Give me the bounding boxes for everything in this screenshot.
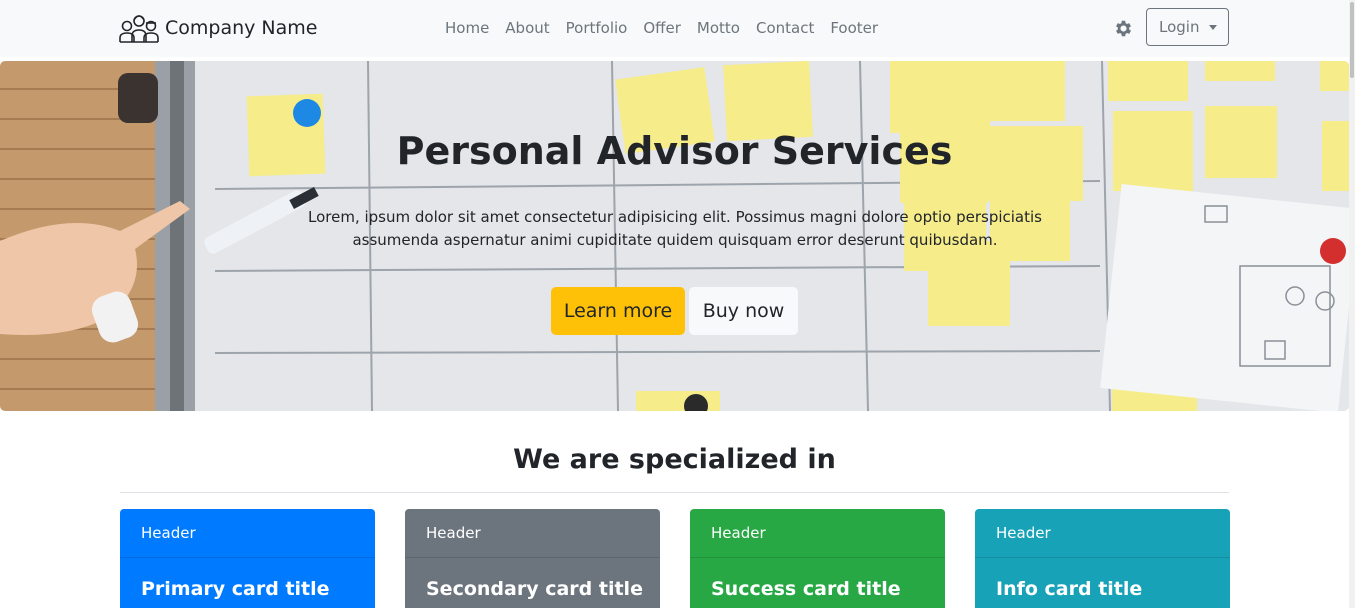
card-header: Header xyxy=(690,509,945,558)
section-divider xyxy=(120,492,1229,493)
card-header: Header xyxy=(120,509,375,558)
nav-link-portfolio[interactable]: Portfolio xyxy=(558,18,636,38)
brand[interactable]: Company Name xyxy=(118,12,317,44)
card-title: Info card title xyxy=(996,578,1143,600)
nav-link-about[interactable]: About xyxy=(497,18,557,38)
buy-now-button[interactable]: Buy now xyxy=(689,287,798,335)
nav-links: Home About Portfolio Offer Motto Contact… xyxy=(437,18,886,38)
navbar: Company Name Home About Portfolio Offer … xyxy=(0,0,1349,57)
brand-name: Company Name xyxy=(165,17,318,39)
success-card: Header Success card title xyxy=(690,509,945,608)
learn-more-button[interactable]: Learn more xyxy=(551,287,685,335)
chevron-down-icon xyxy=(1209,25,1218,30)
nav-link-home[interactable]: Home xyxy=(437,18,497,38)
page-scrollbar[interactable] xyxy=(1349,0,1355,608)
hero-banner: Personal Advisor Services Lorem, ipsum d… xyxy=(0,61,1349,411)
login-dropdown-button[interactable]: Login xyxy=(1146,8,1229,46)
login-label: Login xyxy=(1159,18,1200,36)
nav-link-offer[interactable]: Offer xyxy=(635,18,689,38)
info-card: Header Info card title xyxy=(975,509,1230,608)
hero-title: Personal Advisor Services xyxy=(396,129,953,173)
hero-description: Lorem, ipsum dolor sit amet consectetur … xyxy=(308,208,1042,249)
nav-link-contact[interactable]: Contact xyxy=(748,18,822,38)
gear-icon[interactable] xyxy=(1113,18,1134,39)
card-title: Primary card title xyxy=(141,578,330,600)
secondary-card: Header Secondary card title xyxy=(405,509,660,608)
card-title: Success card title xyxy=(711,578,901,600)
nav-link-motto[interactable]: Motto xyxy=(689,18,748,38)
card-title: Secondary card title xyxy=(426,578,643,600)
primary-card: Header Primary card title xyxy=(120,509,375,608)
card-header: Header xyxy=(405,509,660,558)
section-title: We are specialized in xyxy=(513,444,836,475)
team-people-icon xyxy=(119,15,159,43)
card-header: Header xyxy=(975,509,1230,558)
scrollbar-thumb[interactable] xyxy=(1350,2,1354,78)
nav-link-footer[interactable]: Footer xyxy=(822,18,886,38)
